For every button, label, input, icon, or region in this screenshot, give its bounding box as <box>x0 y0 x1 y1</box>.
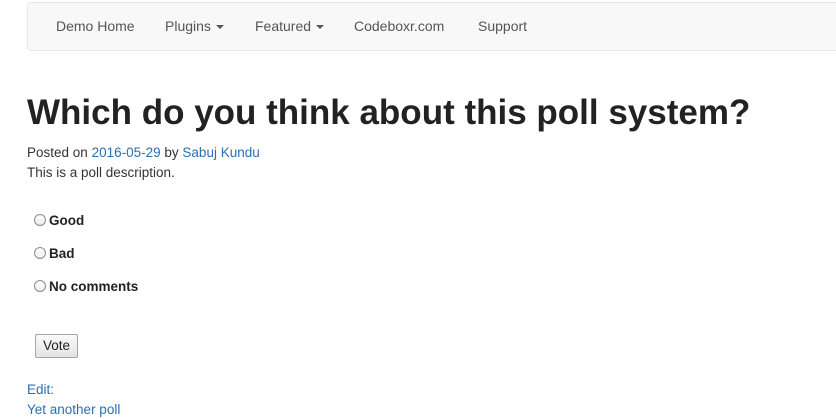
radio-button[interactable] <box>34 214 46 226</box>
author-link[interactable]: Sabuj Kundu <box>182 145 259 160</box>
by-text: by <box>164 145 179 160</box>
poll-option-bad[interactable]: Bad <box>34 244 75 262</box>
top-navbar: Demo Home Plugins Featured Codeboxr.com … <box>27 2 836 51</box>
radio-button[interactable] <box>34 280 46 292</box>
nav-item-label: Codeboxr.com <box>354 18 445 34</box>
caret-down-icon <box>316 25 325 30</box>
next-poll-link[interactable]: Yet another poll <box>27 401 120 419</box>
post-meta: Posted on 2016-05-29 by Sabuj Kundu <box>27 144 260 162</box>
poll-option-label: Good <box>49 212 85 228</box>
caret-down-icon <box>215 25 224 30</box>
poll-option-good[interactable]: Good <box>34 211 84 229</box>
poll-option-no-comments[interactable]: No comments <box>34 277 138 295</box>
nav-item-plugins[interactable]: Plugins <box>165 3 224 50</box>
nav-item-label: Demo Home <box>56 18 135 34</box>
nav-item-featured[interactable]: Featured <box>255 3 325 50</box>
poll-description: This is a poll description. <box>27 165 175 180</box>
nav-item-label: Support <box>478 18 528 34</box>
page-title: Which do you think about this poll syste… <box>27 93 751 132</box>
poll-option-label: No comments <box>49 278 139 294</box>
poll-option-label: Bad <box>49 245 75 261</box>
nav-item-support[interactable]: Support <box>478 3 527 50</box>
posted-on-text: Posted on <box>27 145 88 160</box>
vote-button[interactable]: Vote <box>35 334 78 358</box>
edit-link[interactable]: Edit: <box>27 381 54 399</box>
nav-item-label: Plugins <box>165 18 211 34</box>
radio-button[interactable] <box>34 247 46 259</box>
post-date-link[interactable]: 2016-05-29 <box>92 145 161 160</box>
nav-item-demo-home[interactable]: Demo Home <box>56 3 135 50</box>
nav-item-codeboxr[interactable]: Codeboxr.com <box>354 3 444 50</box>
nav-item-label: Featured <box>255 18 312 34</box>
